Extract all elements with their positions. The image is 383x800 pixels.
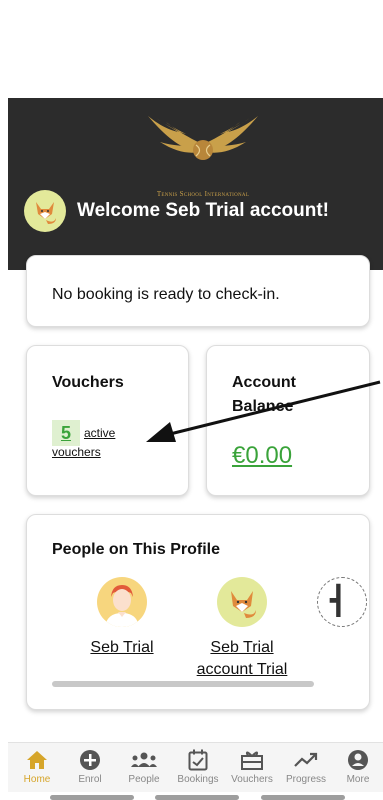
person-name[interactable]: Seb Trial account Trial xyxy=(187,637,297,681)
voucher-icon xyxy=(225,748,279,772)
checkin-card: No booking is ready to check-in. xyxy=(26,255,370,327)
nav-bookings[interactable]: Bookings xyxy=(171,748,225,785)
plus-circle-icon xyxy=(63,748,117,772)
active-vouchers-link-line2[interactable]: vouchers xyxy=(52,445,101,459)
user-circle-icon xyxy=(331,748,383,772)
logo-text: Tennis School International xyxy=(156,190,250,198)
nav-people[interactable]: People xyxy=(117,748,171,785)
calendar-check-icon xyxy=(171,748,225,772)
trending-up-icon xyxy=(279,748,333,772)
horizontal-scrollbar[interactable] xyxy=(52,681,314,687)
add-person-button[interactable]: ┫ xyxy=(317,577,367,627)
bottom-nav: Home Enrol People Bookings Vouchers Prog… xyxy=(8,742,383,792)
account-balance-card[interactable]: Account Balance €0.00 xyxy=(206,345,370,496)
vouchers-card[interactable]: Vouchers 5 active vouchers xyxy=(26,345,189,496)
fox-avatar-icon[interactable] xyxy=(217,577,267,627)
person-item[interactable]: Seb Trial account Trial xyxy=(187,577,297,681)
nav-home[interactable]: Home xyxy=(10,748,64,785)
gesture-bar-center xyxy=(155,795,239,800)
active-voucher-count[interactable]: 5 xyxy=(52,420,80,446)
welcome-title: Welcome Seb Trial account! xyxy=(77,200,330,221)
add-person-icon: ┫ xyxy=(330,585,347,616)
active-vouchers-link[interactable]: active xyxy=(84,426,115,440)
checkin-message: No booking is ready to check-in. xyxy=(52,286,280,303)
nav-more[interactable]: More xyxy=(331,748,383,785)
person-name[interactable]: Seb Trial xyxy=(82,637,162,659)
vouchers-title: Vouchers xyxy=(52,374,124,391)
home-icon xyxy=(10,748,64,772)
account-balance-value[interactable]: €0.00 xyxy=(232,442,292,470)
nav-progress[interactable]: Progress xyxy=(279,748,333,785)
gesture-bar-left xyxy=(50,795,134,800)
person-item[interactable]: Seb Trial xyxy=(82,577,162,659)
people-icon xyxy=(117,748,171,772)
account-balance-title: Account Balance xyxy=(232,374,296,415)
nav-vouchers[interactable]: Vouchers xyxy=(225,748,279,785)
winged-ball-logo-icon xyxy=(148,116,258,160)
person-avatar-icon[interactable] xyxy=(97,577,147,627)
gesture-bar-right xyxy=(261,795,345,800)
logo: Tennis School International xyxy=(140,112,266,198)
people-title: People on This Profile xyxy=(52,541,221,558)
header: Tennis School International Welcome Seb … xyxy=(8,98,383,270)
fox-avatar-icon[interactable] xyxy=(24,190,66,232)
nav-enrol[interactable]: Enrol xyxy=(63,748,117,785)
people-card: People on This Profile Seb Trial Seb Tri… xyxy=(26,514,370,710)
status-area xyxy=(0,0,383,98)
